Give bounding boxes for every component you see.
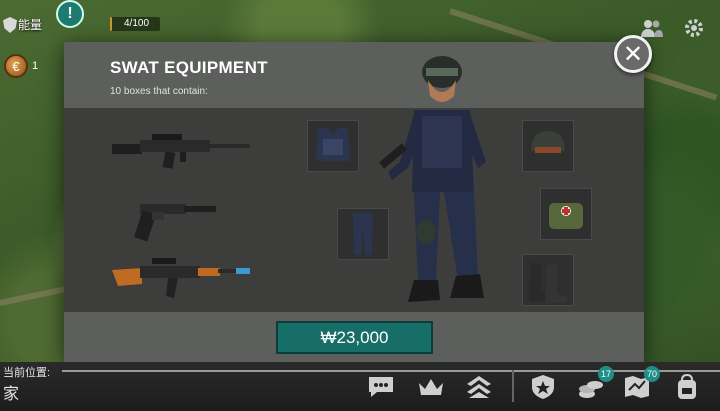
dialog-body (64, 56, 644, 374)
swat-equipment-dialog: SWAT EQUIPMENT 10 boxes that contain: ₩2… (64, 42, 644, 374)
backpack-icon[interactable] (670, 372, 704, 402)
medkit-bag-slot (540, 188, 592, 240)
energy-label: 能量 (18, 17, 43, 32)
location-value: 家 (3, 386, 20, 403)
people-icon[interactable] (640, 16, 664, 40)
alert-button[interactable]: ! (56, 0, 84, 28)
clan-shield-icon[interactable] (526, 372, 560, 402)
coin-count: 1 (32, 60, 39, 72)
dialog-header: SWAT EQUIPMENT 10 boxes that contain: (64, 42, 644, 108)
bottom-bar-divider (512, 370, 514, 402)
location-label: 当前位置: (3, 367, 51, 379)
dialog-subtitle: 10 boxes that contain: (110, 86, 208, 97)
purchase-button[interactable]: ₩23,000 (276, 321, 433, 354)
body-armor-icon (316, 127, 350, 161)
exclamation-icon: ! (67, 5, 73, 22)
gear-icon[interactable] (682, 16, 706, 40)
combat-boots-icon (529, 263, 567, 303)
body-armor-slot (307, 120, 359, 172)
shield-icon (3, 17, 17, 33)
map-badge: 70 (643, 366, 660, 382)
energy-bar: 4/100 (110, 17, 160, 31)
coins-icon[interactable]: 17 (574, 366, 614, 402)
rank-chevron-icon[interactable] (462, 372, 496, 402)
swat-soldier-illustration (378, 56, 486, 302)
ak-rifle-icon (112, 258, 250, 298)
coins-badge: 17 (597, 366, 614, 382)
pistol-with-silencer-icon (134, 204, 216, 242)
assault-rifle-icon (112, 134, 250, 169)
energy-value: 4/100 (124, 18, 150, 29)
price-label: ₩23,000 (320, 327, 389, 347)
combat-boots-slot (522, 254, 574, 306)
coin-icon[interactable]: € (4, 54, 28, 78)
energy-bar-fill (110, 17, 112, 31)
map-icon[interactable]: 70 (620, 366, 660, 402)
medkit-bag-icon (549, 203, 583, 229)
close-icon: ✕ (622, 40, 644, 68)
swat-helmet-icon (531, 131, 565, 153)
crown-icon[interactable] (414, 372, 448, 402)
close-button[interactable]: ✕ (614, 35, 652, 73)
chat-icon[interactable] (364, 372, 398, 402)
dialog-title: SWAT EQUIPMENT (110, 58, 268, 77)
swat-helmet-slot (522, 120, 574, 172)
